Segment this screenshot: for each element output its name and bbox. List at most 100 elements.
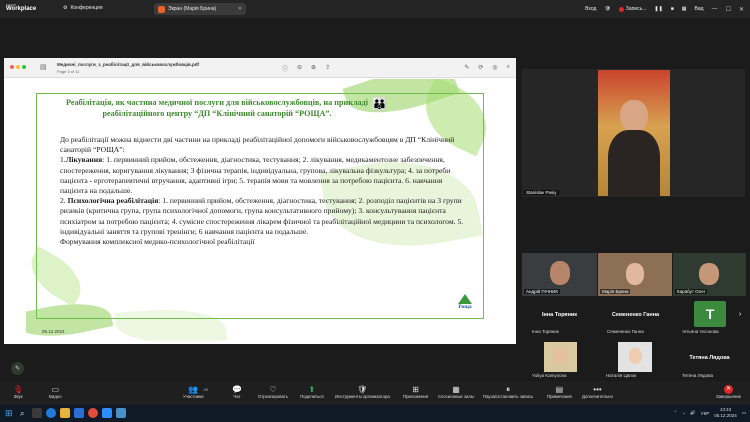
- pause-icon[interactable]: ❚❚: [654, 6, 662, 12]
- participant-tile-name: Тетяна Лядова: [689, 355, 730, 361]
- logo-word: Роща: [458, 304, 472, 310]
- react-label: Отреагировать: [258, 394, 288, 399]
- task-view-icon[interactable]: [32, 408, 42, 418]
- meeting-toolbar: 🎙 Звук ▭ Видео 👥 20 Участники 💬 Чат ♡ Отреагир…: [0, 381, 750, 405]
- share-tab-label: Экран (Марія Брина): [168, 6, 217, 12]
- logo-big: Workplace: [6, 6, 37, 12]
- title-bar: zoom Workplace ⚙ Конференция Экран (Марі…: [0, 0, 750, 18]
- chevron-up-icon[interactable]: ⌃: [674, 410, 678, 416]
- screen-share-tab[interactable]: Экран (Марія Брина) ✕: [154, 3, 246, 15]
- pdf-filename: Медичні_послуги_з_реабілітації_для_війсь…: [57, 62, 200, 67]
- windows-taskbar: ⊞ ⌕ ⌃ ◔ 🔊 УКР 13:43 05.12.2024 ▭: [0, 405, 750, 422]
- participants-button[interactable]: 👥 20 Участники: [183, 385, 208, 399]
- participant-video[interactable]: Марія Брина: [598, 253, 672, 296]
- heart-icon: ♡: [269, 385, 277, 394]
- participant-face: [629, 348, 642, 364]
- stop-icon[interactable]: ■: [671, 6, 674, 12]
- apps-button[interactable]: ⊞ Приложения: [403, 385, 428, 399]
- participant-name: Марія Брина: [600, 289, 631, 294]
- participant-name: Андрій ПІЧНИК: [524, 289, 560, 294]
- shield-icon[interactable]: 🛡: [604, 6, 610, 12]
- end-meeting-button[interactable]: ✕ Завершение: [716, 385, 741, 399]
- chat-button[interactable]: 💬 Чат: [232, 385, 242, 399]
- chat-label: Чат: [233, 394, 241, 399]
- pdf-toolbar: ▤ Медичні_послуги_з_реабілітації_для_вій…: [4, 58, 516, 78]
- close-icon[interactable]: ✕: [238, 6, 242, 12]
- search-icon[interactable]: ⌕: [20, 409, 24, 419]
- pdf-page-indicator: Page 3 of 11: [57, 69, 80, 74]
- participant-avatar[interactable]: T: [694, 301, 726, 327]
- minimize-icon[interactable]: —: [712, 6, 718, 12]
- item1-text: : 1. первинний прийом, обстеження, діагн…: [60, 155, 451, 196]
- notifications-icon[interactable]: ▭: [742, 410, 746, 416]
- app-icon[interactable]: [116, 408, 126, 418]
- family-icon: 👪: [372, 97, 387, 111]
- breakout-rooms-button[interactable]: ▦ Сессионные залы: [438, 385, 474, 399]
- rosha-logo: Роща: [454, 294, 476, 310]
- zoom-logo: zoom Workplace: [6, 2, 36, 12]
- slide-closing: Формування комплексної медико-психологіч…: [60, 237, 255, 247]
- react-button[interactable]: ♡ Отреагировать: [258, 385, 288, 399]
- shared-screen: ▤ Медичні_послуги_з_реабілітації_для_вій…: [4, 58, 516, 344]
- zoom-dot-icon: [22, 65, 26, 69]
- participant-video[interactable]: [618, 342, 652, 372]
- grid-icon[interactable]: ▦: [682, 6, 687, 12]
- record-icon: [618, 6, 624, 12]
- record-indicator[interactable]: Запись...: [618, 6, 647, 12]
- clock-time: 13:43: [719, 407, 732, 412]
- pdf-tools: ⓘ ⊖ ⊕ ⇪: [282, 64, 330, 73]
- participant-face: [554, 348, 567, 364]
- apps-icon: ⊞: [412, 385, 419, 394]
- edge-icon[interactable]: [46, 408, 56, 418]
- record-label: Запись...: [625, 6, 647, 12]
- mic-muted-icon: 🎙: [13, 385, 24, 394]
- share-button[interactable]: ⬆ Поделиться: [300, 385, 324, 399]
- slide-title: Реабілітація, як частина медичної послуг…: [65, 98, 369, 118]
- more-button[interactable]: ••• Дополнительно: [582, 385, 613, 399]
- participant-video[interactable]: Андрій ПІЧНИК: [522, 253, 597, 296]
- volume-icon[interactable]: 🔊: [690, 410, 696, 416]
- rooms-icon: ▦: [452, 385, 460, 394]
- close-window-icon[interactable]: ✕: [739, 6, 744, 13]
- host-tools-label: Инструменты организатора: [335, 394, 390, 399]
- speaker-name: Stanislav Pasiy: [524, 190, 559, 195]
- participant-video[interactable]: [544, 342, 577, 372]
- participant-tile-name: Інна Торяник: [541, 312, 578, 318]
- speaker-video[interactable]: Stanislav Pasiy: [522, 69, 745, 197]
- chrome-icon[interactable]: [88, 408, 98, 418]
- record-button[interactable]: ⏸ Пауза/остановить запись: [483, 385, 533, 399]
- sidebar-icon: ▤: [40, 64, 47, 71]
- network-icon[interactable]: ◔: [682, 411, 685, 416]
- rotate-icon: ⟳: [478, 65, 484, 71]
- zoom-window: zoom Workplace ⚙ Конференция Экран (Марі…: [0, 0, 750, 422]
- windows-start-icon[interactable]: ⊞: [5, 408, 13, 419]
- conference-menu[interactable]: ⚙ Конференция: [63, 5, 103, 11]
- notes-icon: ▤: [555, 385, 564, 394]
- zoom-taskbar-icon[interactable]: [102, 408, 112, 418]
- chat-icon: 💬: [232, 385, 242, 394]
- app-icon[interactable]: [74, 408, 84, 418]
- audio-button[interactable]: 🎙 Звук: [13, 385, 23, 399]
- video-button[interactable]: ▭ Видео: [49, 385, 62, 399]
- share-label: Поделиться: [300, 394, 324, 399]
- video-label: Видео: [49, 394, 62, 399]
- share-app-icon: [158, 5, 165, 13]
- language-indicator[interactable]: УКР: [701, 411, 709, 416]
- participant-name: Інна Торяник: [532, 329, 559, 334]
- notes-button[interactable]: ▤ Примечания: [547, 385, 572, 399]
- maximize-icon[interactable]: ☐: [726, 6, 731, 13]
- host-tools-button[interactable]: 🛡 Инструменты организатора: [335, 385, 390, 399]
- participant-video[interactable]: Карабут Олег: [673, 253, 746, 296]
- clock[interactable]: 13:43 05.12.2024: [714, 407, 737, 419]
- shield-icon: 🛡: [357, 385, 368, 394]
- sign-in-label[interactable]: Вход: [585, 6, 596, 12]
- participant-name: Yuliya Kamy4ova: [532, 373, 567, 378]
- file-explorer-icon[interactable]: [60, 408, 70, 418]
- annotate-icon[interactable]: ✎: [11, 362, 24, 375]
- participant-name: тетьяна тесонова: [682, 329, 719, 334]
- speaker-body: [608, 130, 660, 196]
- chevron-right-icon[interactable]: ›: [739, 311, 741, 318]
- top-right-controls: Вход 🛡 Запись... ❚❚ ■ ▦ Вид — ☐ ✕: [585, 0, 750, 18]
- logo-mark-icon: [458, 294, 472, 304]
- view-label[interactable]: Вид: [695, 6, 704, 12]
